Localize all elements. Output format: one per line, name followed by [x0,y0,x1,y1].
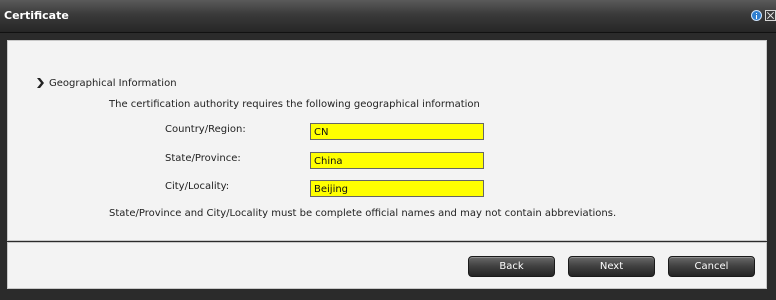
content-panel: Geographical Information The certificati… [7,40,767,241]
city-locality-label: City/Locality: [165,181,230,192]
state-province-label: State/Province: [165,153,241,164]
state-province-field[interactable] [310,152,484,169]
next-button[interactable]: Next [568,256,655,277]
info-icon[interactable] [751,10,762,21]
back-button[interactable]: Back [468,256,555,277]
close-icon[interactable] [765,10,776,21]
country-region-field[interactable] [310,123,484,140]
button-bar: Back Next Cancel [7,242,767,289]
section-title: Geographical Information [49,78,177,89]
section-description: The certification authority requires the… [109,99,480,110]
chevron-right-icon [37,78,44,88]
country-region-label: Country/Region: [165,124,246,135]
window-title: Certificate [4,9,69,22]
certificate-dialog: Certificate Geographical Information The… [0,0,776,300]
title-bar: Certificate [0,0,776,33]
city-locality-field[interactable] [310,180,484,197]
abbreviation-note: State/Province and City/Locality must be… [109,208,617,219]
cancel-button[interactable]: Cancel [668,256,755,277]
